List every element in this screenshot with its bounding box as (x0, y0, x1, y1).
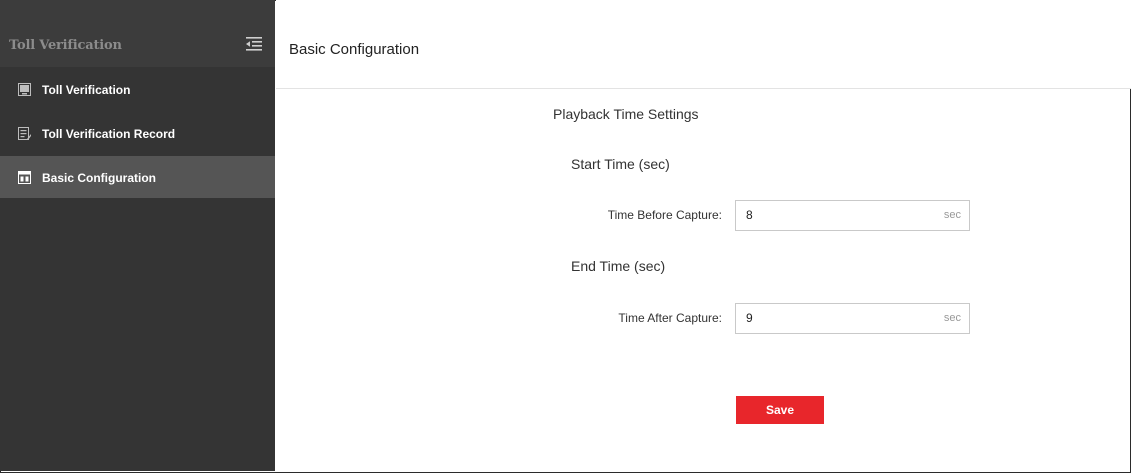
input-value: 9 (746, 311, 753, 325)
sidebar: Toll Verification Toll Verification Toll… (0, 0, 275, 471)
sidebar-item-label: Basic Configuration (42, 171, 157, 185)
sidebar-item-toll-verification-record[interactable]: Toll Verification Record (0, 113, 275, 155)
time-before-capture-input[interactable]: 8 sec (735, 200, 970, 231)
collapse-menu-icon[interactable] (246, 37, 262, 51)
start-time-title: Start Time (sec) (571, 156, 670, 172)
save-button[interactable]: Save (736, 396, 824, 424)
page-title: Basic Configuration (289, 41, 420, 58)
sidebar-item-label: Toll Verification (42, 83, 131, 97)
input-value: 8 (746, 208, 753, 222)
playback-time-settings-title: Playback Time Settings (553, 106, 699, 122)
record-list-icon (18, 127, 31, 140)
time-before-capture-label: Time Before Capture: (607, 208, 722, 222)
sidebar-header: Toll Verification (0, 0, 275, 67)
monitor-image-icon (18, 83, 31, 96)
config-window-icon (18, 171, 31, 184)
main-header: Basic Configuration (276, 0, 1131, 89)
sidebar-item-label: Toll Verification Record (42, 127, 176, 141)
input-unit: sec (943, 209, 961, 221)
sidebar-item-basic-configuration[interactable]: Basic Configuration (0, 156, 275, 198)
end-time-title: End Time (sec) (571, 258, 666, 274)
sidebar-title: Toll Verification (9, 38, 122, 53)
input-unit: sec (943, 312, 961, 324)
time-after-capture-input[interactable]: 9 sec (735, 303, 970, 334)
time-after-capture-label: Time After Capture: (618, 311, 722, 325)
sidebar-item-toll-verification[interactable]: Toll Verification (0, 70, 275, 112)
